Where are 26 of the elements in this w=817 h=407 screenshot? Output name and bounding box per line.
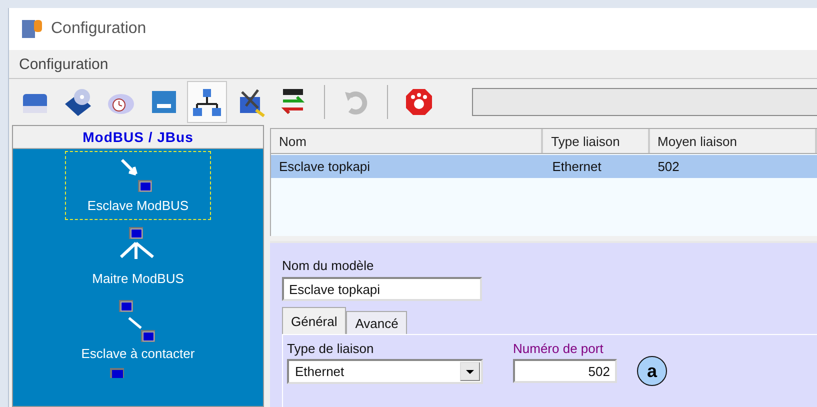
- table-cell-text: Ethernet: [551, 158, 602, 176]
- port-field[interactable]: 502: [513, 359, 617, 383]
- annotation-badge: a: [637, 356, 667, 386]
- name-field[interactable]: Esclave topkapi: [282, 277, 482, 301]
- table-cell-text: Esclave topkapi: [278, 158, 372, 176]
- dropdown-button[interactable]: [460, 362, 480, 381]
- table-cell-text: 502: [656, 158, 680, 176]
- port-label: Numéro de port: [513, 341, 604, 356]
- sidebar-item[interactable]: Esclave à contacter: [65, 293, 211, 368]
- link-type-dropdown[interactable]: Ethernet: [287, 359, 483, 384]
- menu-item[interactable]: Configuration: [19, 56, 108, 72]
- link-type-label: Type de liaison: [287, 341, 375, 356]
- name-label: Nom du modèle: [282, 258, 375, 273]
- stop-icon: [403, 86, 435, 118]
- sidebar-item[interactable]: Maitre ModBUS: [65, 220, 211, 293]
- device-icon: [110, 368, 126, 378]
- tab[interactable]: Avancé: [346, 311, 408, 334]
- toolbar-button[interactable]: [187, 81, 227, 123]
- sidebar-item[interactable]: Esclave ModBUS: [65, 151, 211, 220]
- toolbar-field[interactable]: [472, 88, 817, 116]
- network-icon: [191, 86, 223, 118]
- table-row[interactable]: Esclave topkapi Ethernet 502: [271, 155, 817, 178]
- tab[interactable]: Général: [282, 307, 346, 334]
- app-icon: [21, 18, 43, 40]
- caret-icon: [466, 370, 474, 374]
- window-title: Configuration: [51, 20, 146, 38]
